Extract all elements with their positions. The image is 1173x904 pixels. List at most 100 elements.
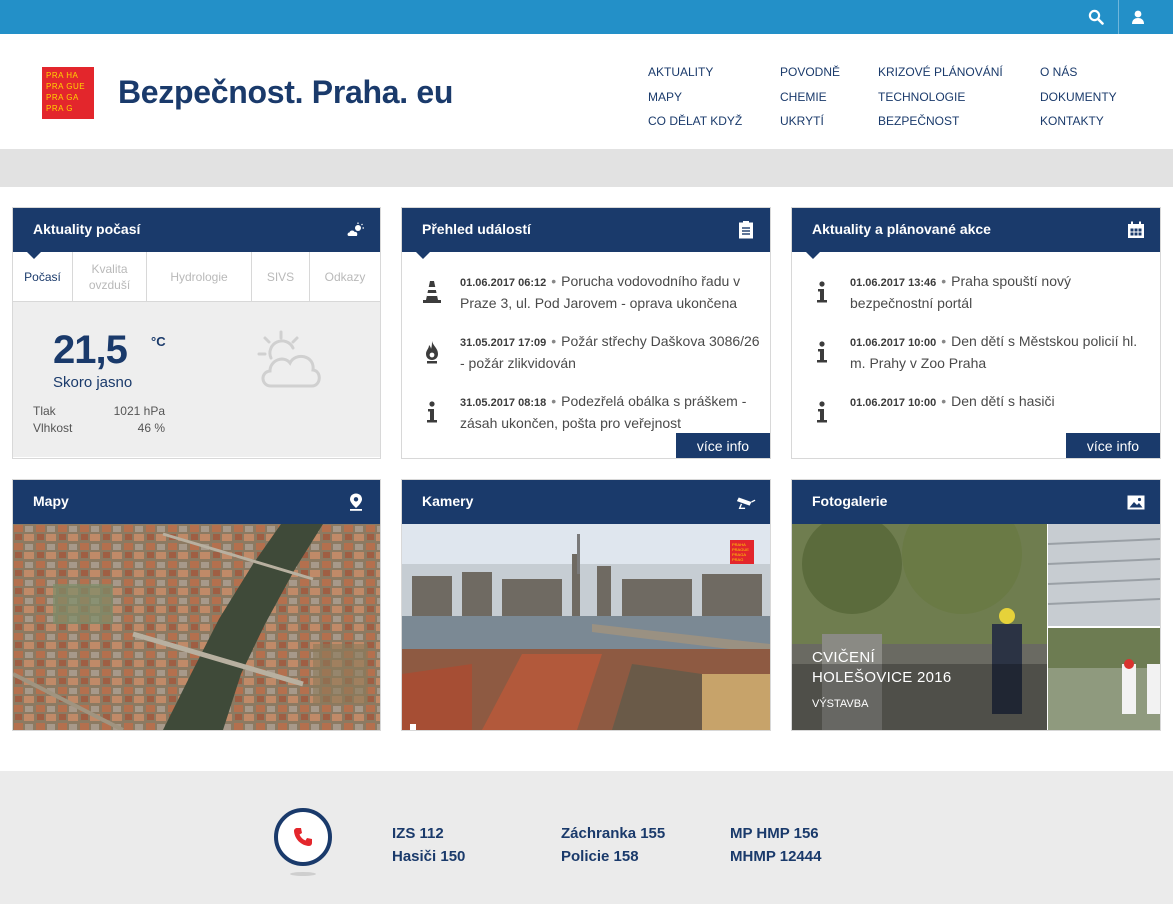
user-button[interactable] bbox=[1120, 0, 1156, 34]
nav-link-co-delat-kdyz[interactable]: CO DĚLAT KDYŽ bbox=[648, 109, 742, 134]
emergency-number[interactable]: MHMP 12444 bbox=[730, 845, 821, 868]
info-icon bbox=[422, 399, 442, 425]
nav-link-mapy[interactable]: MAPY bbox=[648, 85, 742, 110]
tab-kvalita-ovzdusi[interactable]: Kvalita ovzduší bbox=[73, 252, 147, 301]
emergency-numbers-col-2: Záchranka 155 Policie 158 bbox=[561, 822, 665, 868]
nav-column-1: AKTUALITY MAPY CO DĚLAT KDYŽ bbox=[648, 60, 742, 134]
search-button[interactable] bbox=[1078, 0, 1114, 34]
events-card: Přehled událostí 01.06.2017 06:12 • Poruch… bbox=[401, 207, 771, 459]
weather-card-header: Aktuality počasí bbox=[13, 208, 380, 259]
gallery-caption: CVIČENÍ HOLEŠOVICE 2016 bbox=[812, 648, 952, 688]
traffic-cone-icon bbox=[422, 279, 442, 305]
tab-hydrologie[interactable]: Hydrologie bbox=[147, 252, 252, 301]
gallery-card[interactable]: Fotogalerie CVIČENÍ HOLEŠOVICE 2016 VÝST… bbox=[791, 479, 1161, 731]
emergency-number[interactable]: Záchranka 155 bbox=[561, 822, 665, 845]
action-item[interactable]: 01.06.2017 10:00 • Den dětí s Městskou pol… bbox=[792, 331, 1160, 381]
nav-column-4: O NÁS DOKUMENTY KONTAKTY bbox=[1040, 60, 1117, 134]
document-icon bbox=[736, 220, 756, 240]
actions-card: Aktuality a plánované akce 01.06.2017 13… bbox=[791, 207, 1161, 459]
weather-card-title: Aktuality počasí bbox=[33, 221, 141, 237]
weather-panel: 21,5 °C Skoro jasno Tlak 1021 hPa Vlhkos… bbox=[13, 302, 380, 457]
search-icon bbox=[1088, 9, 1104, 25]
action-text: 01.06.2017 13:46 • Praha spouští nový bezp… bbox=[850, 273, 1072, 311]
cameras-card[interactable]: Kamery PRAHA PRAGUE PRAGA PRAG bbox=[401, 479, 771, 731]
nav-link-aktuality[interactable]: AKTUALITY bbox=[648, 60, 742, 85]
partly-cloudy-icon bbox=[257, 330, 323, 397]
weather-description: Skoro jasno bbox=[53, 374, 133, 391]
emergency-number[interactable]: MP HMP 156 bbox=[730, 822, 821, 845]
event-text: 01.06.2017 06:12 • Porucha vodovodního řad… bbox=[460, 273, 741, 311]
camera-thumbnail[interactable]: PRAHA PRAGUE PRAGA PRAG bbox=[402, 524, 770, 730]
praha-logo[interactable]: PRA HA PRA GUE PRA GA PRA G bbox=[42, 67, 94, 119]
logo-line: PRA G bbox=[46, 104, 73, 113]
events-more-button[interactable]: více info bbox=[676, 433, 770, 458]
camera-praha-logo: PRAHA PRAGUE PRAGA PRAG bbox=[730, 540, 754, 564]
event-date: 01.06.2017 06:12 bbox=[460, 277, 547, 289]
nav-link-dokumenty[interactable]: DOKUMENTY bbox=[1040, 85, 1117, 110]
emergency-number[interactable]: IZS 112 bbox=[392, 822, 465, 845]
nav-link-o-nas[interactable]: O NÁS bbox=[1040, 60, 1117, 85]
gallery-caption-line: CVIČENÍ bbox=[812, 649, 875, 666]
action-item[interactable]: 01.06.2017 13:46 • Praha spouští nový bezp… bbox=[792, 271, 1160, 321]
event-item[interactable]: 01.06.2017 06:12 • Porucha vodovodního řad… bbox=[402, 271, 770, 321]
info-icon bbox=[812, 279, 832, 305]
nav-link-povodne[interactable]: POVODNĚ bbox=[780, 60, 840, 85]
site-title[interactable]: Bezpečnost. Praha. eu bbox=[118, 74, 453, 111]
action-date: 01.06.2017 10:00 bbox=[850, 397, 937, 409]
tab-odkazy[interactable]: Odkazy bbox=[310, 252, 380, 301]
nav-link-kontakty[interactable]: KONTAKTY bbox=[1040, 109, 1117, 134]
nav-link-technologie[interactable]: TECHNOLOGIE bbox=[878, 85, 1003, 110]
site-header: PRA HA PRA GUE PRA GA PRA G Bezpečnost. … bbox=[0, 34, 1173, 149]
maps-card-title: Mapy bbox=[33, 493, 69, 509]
nav-link-chemie[interactable]: CHEMIE bbox=[780, 85, 840, 110]
nav-column-2: POVODNĚ CHEMIE UKRYTÍ bbox=[780, 60, 840, 134]
emergency-number[interactable]: Policie 158 bbox=[561, 845, 665, 868]
gallery-thumbnail[interactable]: CVIČENÍ HOLEŠOVICE 2016 VÝSTAVBA bbox=[792, 524, 1160, 730]
action-date: 01.06.2017 10:00 bbox=[850, 337, 937, 349]
nav-link-krizove-planovani[interactable]: KRIZOVÉ PLÁNOVÁNÍ bbox=[878, 60, 1003, 85]
humidity-row: Vlhkost 46 % bbox=[33, 421, 165, 435]
event-date: 31.05.2017 08:18 bbox=[460, 397, 547, 409]
actions-list: 01.06.2017 13:46 • Praha spouští nový bezp… bbox=[792, 252, 1160, 432]
info-icon bbox=[812, 399, 832, 425]
temperature-unit: °C bbox=[151, 334, 166, 349]
phone-badge bbox=[274, 808, 332, 866]
map-thumbnail[interactable] bbox=[13, 524, 380, 730]
camera-logo-line: PRAG bbox=[732, 557, 744, 562]
action-text: 01.06.2017 10:00 • Den dětí s hasiči bbox=[850, 393, 1055, 409]
fire-icon bbox=[422, 339, 442, 365]
actions-card-header: Aktuality a plánované akce bbox=[792, 208, 1160, 259]
events-card-title: Přehled událostí bbox=[422, 221, 531, 237]
gallery-caption-sub: VÝSTAVBA bbox=[812, 698, 869, 710]
temperature-value: 21,5 bbox=[53, 328, 128, 372]
humidity-label: Vlhkost bbox=[33, 421, 73, 435]
phone-badge-shadow bbox=[290, 872, 316, 876]
event-text: 31.05.2017 08:18 • Podezřelá obálka s práš… bbox=[460, 393, 747, 431]
pressure-label: Tlak bbox=[33, 404, 56, 418]
sun-cloud-icon bbox=[346, 220, 366, 240]
event-item[interactable]: 31.05.2017 17:09 • Požár střechy Daškova 3… bbox=[402, 331, 770, 381]
nav-link-bezpecnost[interactable]: BEZPEČNOST bbox=[878, 109, 1003, 134]
logo-line: PRA GA bbox=[46, 93, 79, 102]
tab-sivs[interactable]: SIVS bbox=[252, 252, 310, 301]
maps-card[interactable]: Mapy bbox=[12, 479, 381, 731]
cameras-card-header: Kamery bbox=[402, 480, 770, 531]
calendar-icon bbox=[1126, 220, 1146, 240]
events-list: 01.06.2017 06:12 • Porucha vodovodního řad… bbox=[402, 252, 770, 432]
action-description: Den dětí s hasiči bbox=[951, 393, 1055, 409]
tab-pocasi[interactable]: Počasí bbox=[13, 252, 73, 301]
header-notch bbox=[27, 252, 41, 259]
emergency-numbers-col-1: IZS 112 Hasiči 150 bbox=[392, 822, 465, 868]
emergency-number[interactable]: Hasiči 150 bbox=[392, 845, 465, 868]
nav-link-ukryti[interactable]: UKRYTÍ bbox=[780, 109, 840, 134]
image-icon bbox=[1126, 492, 1146, 512]
cameras-card-title: Kamery bbox=[422, 493, 474, 509]
topbar-divider bbox=[1118, 0, 1119, 34]
actions-card-title: Aktuality a plánované akce bbox=[812, 221, 991, 237]
map-pin-icon bbox=[346, 492, 366, 512]
action-text: 01.06.2017 10:00 • Den dětí s Městskou pol… bbox=[850, 333, 1138, 371]
gallery-card-header: Fotogalerie bbox=[792, 480, 1160, 531]
actions-more-button[interactable]: více info bbox=[1066, 433, 1160, 458]
logo-line: PRA HA bbox=[46, 71, 79, 80]
info-icon bbox=[812, 339, 832, 365]
